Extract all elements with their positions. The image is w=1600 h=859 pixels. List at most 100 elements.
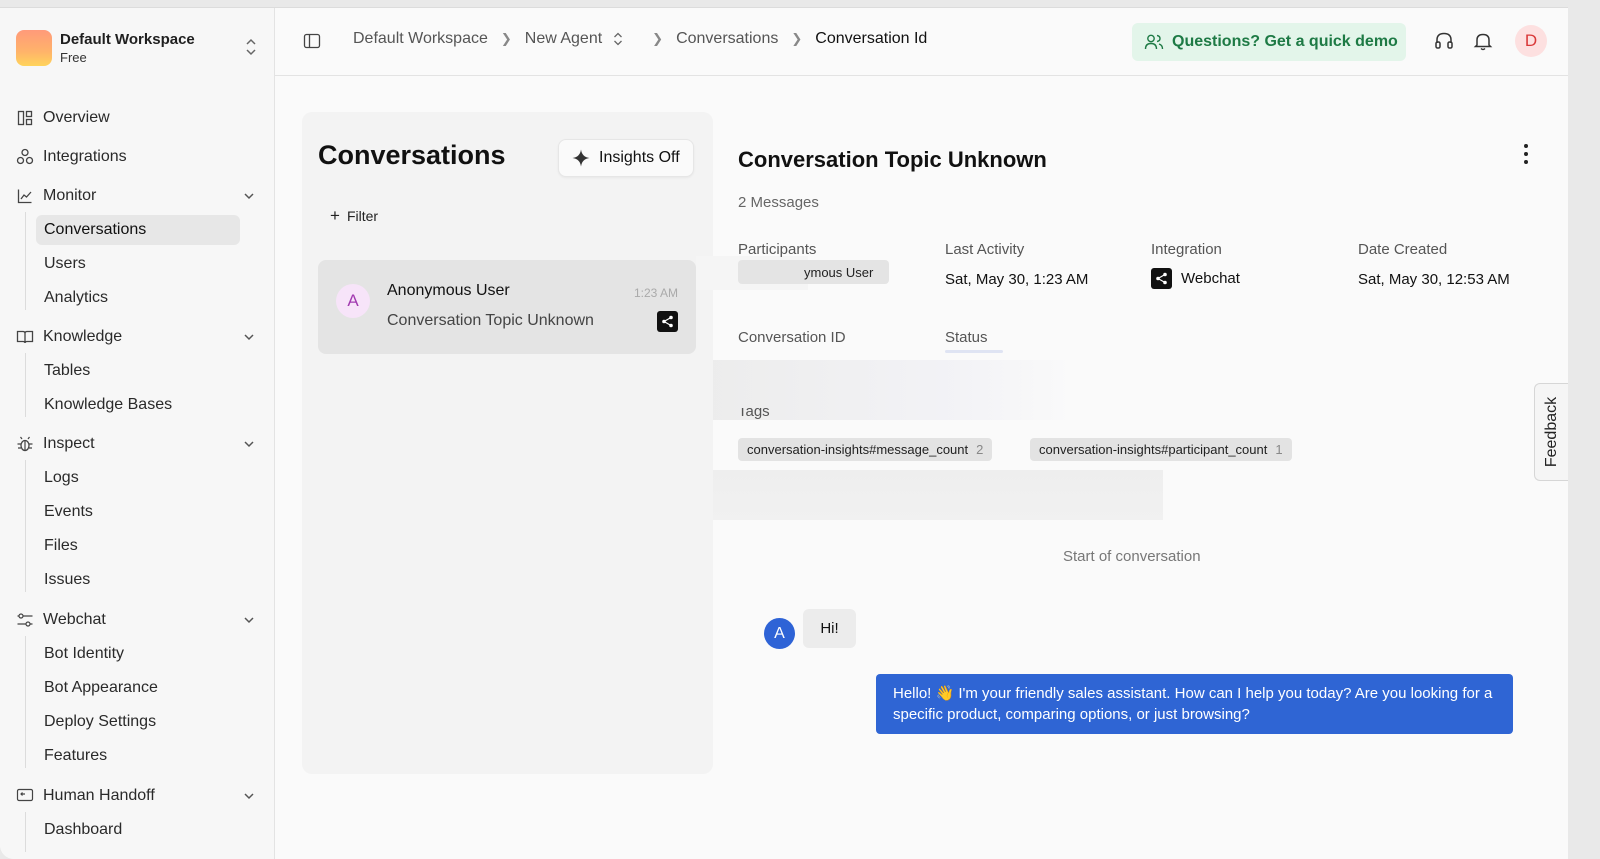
insights-label: Insights Off xyxy=(599,149,680,166)
sidebar-item-conversations[interactable]: Conversations xyxy=(36,215,240,245)
last-activity-value: Sat, May 30, 1:23 AM xyxy=(945,271,1089,288)
quick-demo-button[interactable]: Questions? Get a quick demo xyxy=(1132,23,1406,61)
tag-chip[interactable]: conversation-insights#message_count 2 xyxy=(738,438,993,461)
participants-label: Participants xyxy=(738,241,817,258)
sidebar-item-bot-appearance[interactable]: Bot Appearance xyxy=(44,673,158,703)
conversations-title: Conversations xyxy=(318,140,506,170)
sidebar-item-issues[interactable]: Issues xyxy=(44,565,90,595)
sparkle-icon xyxy=(572,149,590,167)
conversation-user-name: Anonymous User xyxy=(387,282,510,299)
sidebar-item-users[interactable]: Users xyxy=(44,249,86,279)
feedback-tab[interactable]: Feedback xyxy=(1534,383,1568,481)
topbar: Default Workspace ❯ New Agent ❯ Conversa… xyxy=(275,8,1568,76)
integration-name: Webchat xyxy=(1181,270,1240,287)
sidebar-item-label: Webchat xyxy=(43,611,106,628)
sidebar-item-label: Monitor xyxy=(43,187,97,204)
sidebar-item-logs[interactable]: Logs xyxy=(44,463,79,493)
tag-chip[interactable]: conversation-insights#participant_count … xyxy=(1030,438,1292,461)
sidebar-item-knowledge-bases[interactable]: Knowledge Bases xyxy=(44,390,172,420)
chevron-down-icon[interactable] xyxy=(242,437,256,451)
last-activity-label: Last Activity xyxy=(945,241,1025,258)
breadcrumb-agent[interactable]: New Agent xyxy=(525,30,602,48)
sidebar-item-analytics[interactable]: Analytics xyxy=(44,283,108,313)
chevron-right-icon: ❯ xyxy=(652,31,664,46)
sidebar-toggle-icon[interactable] xyxy=(303,32,321,50)
sidebar-item-events[interactable]: Events xyxy=(44,497,93,527)
chevron-up-down-icon xyxy=(242,37,260,59)
user-avatar[interactable]: D xyxy=(1515,25,1547,57)
more-options-icon[interactable] xyxy=(1516,141,1536,167)
integrations-icon xyxy=(16,148,34,166)
bell-icon[interactable] xyxy=(1472,30,1494,52)
headset-icon[interactable] xyxy=(1433,30,1455,52)
avatar: A xyxy=(336,284,370,318)
conversation-topic: Conversation Topic Unknown xyxy=(387,312,594,329)
chevron-right-icon: ❯ xyxy=(500,31,512,46)
feedback-label: Feedback xyxy=(1542,396,1560,468)
overlay-blur xyxy=(713,470,1163,520)
breadcrumb-conversations[interactable]: Conversations xyxy=(676,30,778,48)
workspace-plan: Free xyxy=(60,50,87,65)
filter-button[interactable]: + Filter xyxy=(330,206,379,225)
chevron-down-icon[interactable] xyxy=(242,330,256,344)
sidebar-item-inspect[interactable]: Inspect xyxy=(16,429,260,459)
sidebar-item-knowledge[interactable]: Knowledge xyxy=(16,322,260,352)
breadcrumb: Default Workspace ❯ New Agent ❯ Conversa… xyxy=(353,30,927,48)
filter-label: Filter xyxy=(346,208,379,224)
book-icon xyxy=(16,328,34,346)
handoff-icon xyxy=(16,787,34,805)
sidebar-item-label: Knowledge xyxy=(43,328,123,345)
tags-label: Tags xyxy=(738,408,770,420)
sidebar-item-webchat[interactable]: Webchat xyxy=(16,605,260,635)
sidebar-item-monitor[interactable]: Monitor xyxy=(16,181,260,211)
sidebar-item-dashboard[interactable]: Dashboard xyxy=(44,815,122,845)
conversation-list-item[interactable]: A Anonymous User 1:23 AM Conversation To… xyxy=(318,260,696,354)
sidebar-item-bot-identity[interactable]: Bot Identity xyxy=(44,639,124,669)
quick-demo-label: Questions? Get a quick demo xyxy=(1172,33,1398,50)
breadcrumb-current: Conversation Id xyxy=(815,30,928,47)
tag-count: 2 xyxy=(976,442,984,457)
chevron-down-icon[interactable] xyxy=(242,789,256,803)
chevron-down-icon[interactable] xyxy=(242,189,256,203)
breadcrumb-workspace[interactable]: Default Workspace xyxy=(353,30,488,48)
tag-name: conversation-insights#participant_count xyxy=(1039,442,1268,457)
date-created-label: Date Created xyxy=(1358,241,1448,258)
workspace-name: Default Workspace xyxy=(60,31,195,48)
message-count: 2 Messages xyxy=(738,194,819,211)
start-of-conversation: Start of conversation xyxy=(1063,548,1201,565)
app-window: Default Workspace Free Overview Integrat… xyxy=(0,8,1568,859)
sidebar-item-label: Inspect xyxy=(43,435,95,452)
sidebar-item-deploy-settings[interactable]: Deploy Settings xyxy=(44,707,156,737)
sidebar-item-overview[interactable]: Overview xyxy=(16,103,260,133)
status-label: Status xyxy=(945,329,988,346)
bot-message: Hello! 👋 I'm your friendly sales assista… xyxy=(876,674,1513,734)
participant-name: ymous User xyxy=(804,264,874,280)
conversation-title: Conversation Topic Unknown xyxy=(738,147,1047,172)
workspace-switcher[interactable]: Default Workspace Free xyxy=(16,28,260,68)
sidebar-item-tables[interactable]: Tables xyxy=(44,356,90,386)
layout-icon xyxy=(16,109,34,127)
date-created-value: Sat, May 30, 12:53 AM xyxy=(1358,271,1510,288)
conversation-id-label: Conversation ID xyxy=(738,329,846,346)
sidebar: Default Workspace Free Overview Integrat… xyxy=(0,8,275,859)
sidebar-item-label: Integrations xyxy=(43,148,127,165)
sidebar-item-integrations[interactable]: Integrations xyxy=(16,142,260,172)
integration-value: Webchat xyxy=(1151,268,1240,289)
participant-chip[interactable]: ymous User xyxy=(738,260,889,284)
avatar: A xyxy=(764,618,795,649)
insights-toggle-button[interactable]: Insights Off xyxy=(558,139,694,177)
chevron-right-icon: ❯ xyxy=(791,31,803,46)
workspace-logo xyxy=(16,30,52,66)
sidebar-item-human-handoff[interactable]: Human Handoff xyxy=(16,781,260,811)
share-icon xyxy=(1151,268,1172,289)
chevron-down-icon[interactable] xyxy=(242,613,256,627)
sidebar-item-features[interactable]: Features xyxy=(44,741,107,771)
sidebar-item-label: Human Handoff xyxy=(43,787,155,804)
bug-icon xyxy=(16,435,34,453)
status-badge xyxy=(945,350,1003,353)
plus-icon: + xyxy=(330,206,340,225)
sidebar-item-files[interactable]: Files xyxy=(44,531,78,561)
sliders-icon xyxy=(16,611,34,629)
chart-line-icon xyxy=(16,187,34,205)
chevron-up-down-icon[interactable] xyxy=(612,31,624,47)
